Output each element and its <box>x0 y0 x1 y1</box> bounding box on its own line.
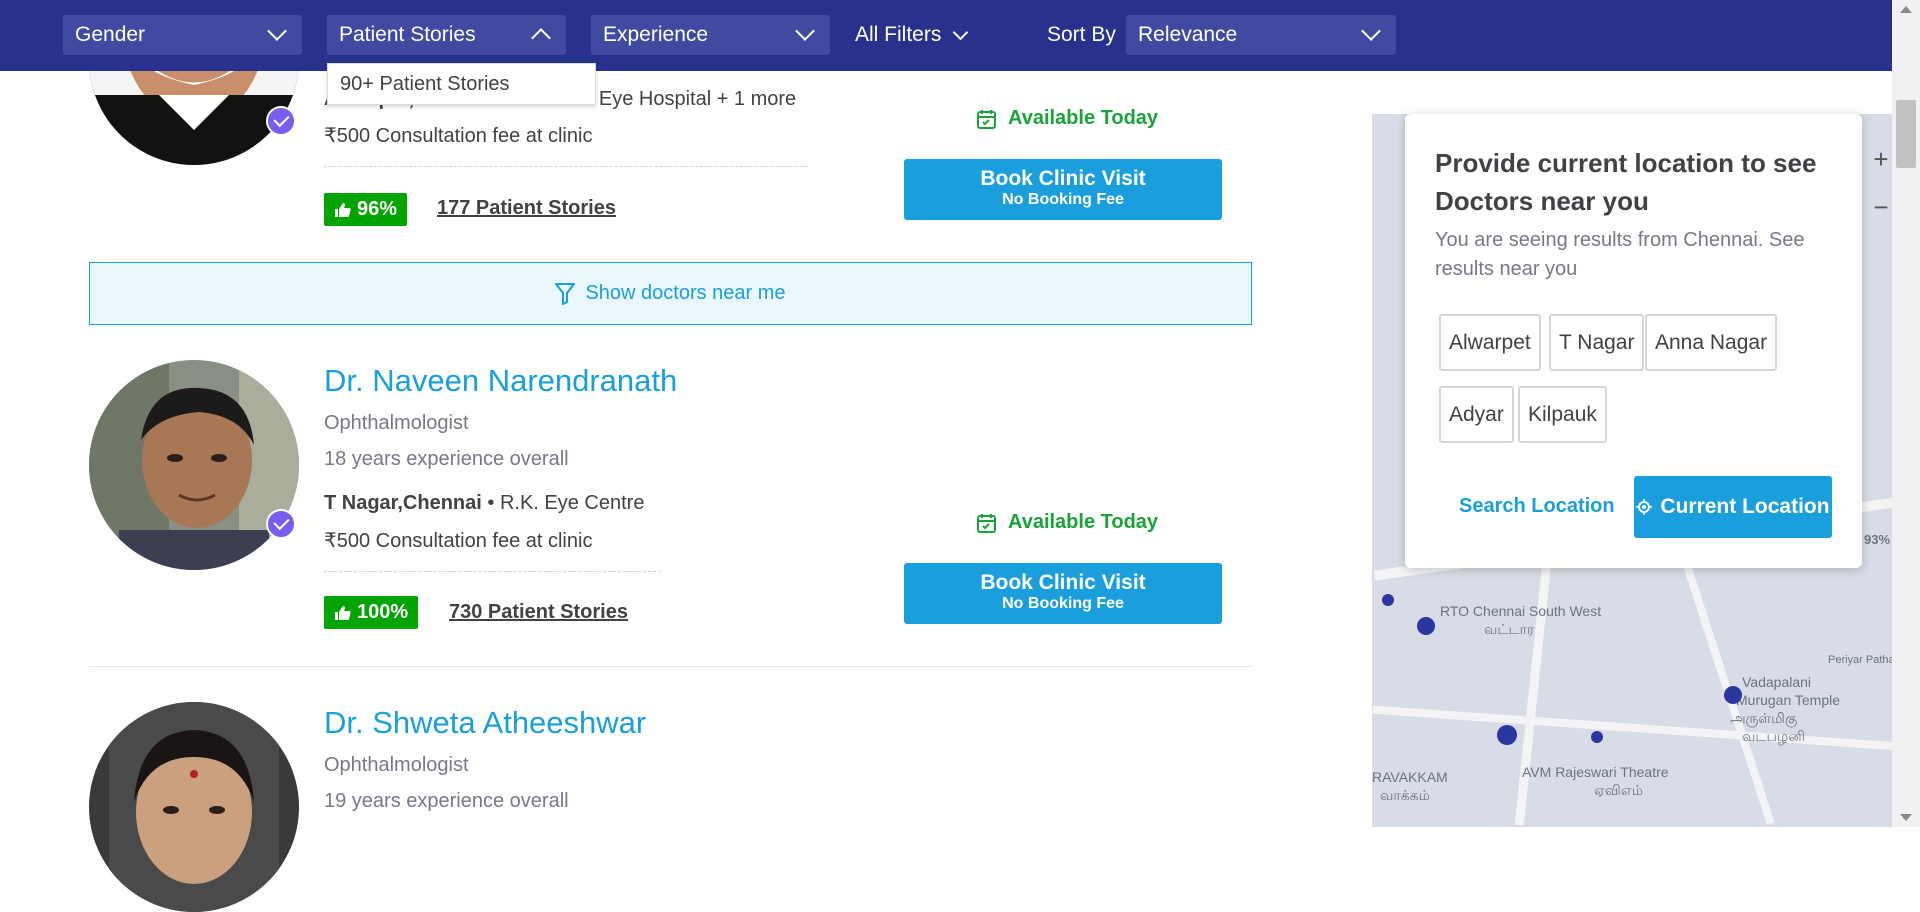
patient-stories-dropdown[interactable]: Patient Stories <box>327 15 566 55</box>
map-road <box>1372 705 1898 751</box>
map-marker[interactable] <box>1724 686 1742 704</box>
map-marker[interactable] <box>1591 731 1603 743</box>
map-label: AVM Rajeswari Theatre <box>1522 764 1669 780</box>
filter-icon <box>555 282 576 305</box>
location-popup-subtext: You are seeing results from Chennai. See… <box>1435 229 1805 280</box>
location-popup: Provide current location to see Doctors … <box>1405 114 1862 568</box>
doctor-1-stories-link[interactable]: 177 Patient Stories <box>437 197 616 220</box>
doctor-2-area: T Nagar,Chennai <box>324 492 482 514</box>
chevron-down-icon <box>1361 21 1381 41</box>
doctor-1-rating-badge: 96% <box>324 193 408 226</box>
calendar-icon <box>977 513 996 533</box>
all-filters-label: All Filters <box>855 23 942 46</box>
doctor-2-photo <box>89 360 299 570</box>
patient-stories-option[interactable]: 90+ Patient Stories <box>327 63 596 105</box>
scrollbar-thumb[interactable] <box>1896 100 1916 168</box>
doctor-2-availability: Available Today <box>977 511 1158 534</box>
crosshair-icon <box>1636 499 1653 515</box>
map-marker[interactable] <box>1497 725 1517 745</box>
experience-dropdown[interactable]: Experience <box>591 15 830 55</box>
doctor-2-rating-badge: 100% <box>324 596 419 629</box>
chevron-down-icon <box>795 21 815 41</box>
map-label: RTO Chennai South West <box>1440 603 1602 619</box>
sort-by-value: Relevance <box>1138 23 1238 46</box>
doctor-3-specialty: Ophthalmologist <box>324 754 469 776</box>
map-label: அருள்மிகு <box>1730 710 1798 726</box>
thumbs-up-icon <box>335 605 351 620</box>
doctor-2-fee: ₹500 Consultation fee at clinic <box>324 530 593 552</box>
experience-label: Experience <box>603 23 709 46</box>
doctor-1-availability: Available Today <box>977 107 1158 130</box>
current-location-button[interactable]: Current Location <box>1634 476 1832 538</box>
location-chip-anna-nagar[interactable]: Anna Nagar <box>1645 314 1778 371</box>
location-chip-kilpauk[interactable]: Kilpauk <box>1518 386 1607 443</box>
divider <box>324 571 661 572</box>
verified-badge-icon <box>266 106 296 136</box>
map-label: வாக்கம் <box>1380 787 1430 803</box>
near-me-label: Show doctors near me <box>585 282 786 304</box>
chevron-down-icon <box>267 21 287 41</box>
doctor-1-availability-text: Available Today <box>1008 107 1159 129</box>
doctor-3-experience: 19 years experience overall <box>324 790 569 812</box>
map-label: Periyar Pathai <box>1828 654 1898 666</box>
chevron-down-icon <box>953 24 969 40</box>
doctor-1-book-button[interactable]: Book Clinic Visit No Booking Fee <box>904 159 1222 220</box>
location-chip-alwarpet[interactable]: Alwarpet <box>1439 314 1541 371</box>
doctor-2-rating: 100% <box>357 601 409 623</box>
result-separator <box>89 666 1252 667</box>
map-label: Vadapalani <box>1742 674 1812 690</box>
show-doctors-near-me-button[interactable]: Show doctors near me <box>89 262 1252 325</box>
current-location-label: Current Location <box>1660 495 1830 518</box>
scroll-up-arrow-icon[interactable] <box>1900 6 1912 13</box>
divider <box>324 166 808 167</box>
bullet: • <box>487 492 500 514</box>
doctor-3-photo <box>89 702 299 912</box>
gender-dropdown[interactable]: Gender <box>63 15 302 55</box>
doctor-2-location: T Nagar,Chennai • R.K. Eye Centre <box>324 492 644 515</box>
doctor-1-fee: ₹500 Consultation fee at clinic <box>324 125 593 147</box>
chevron-up-icon <box>531 28 551 48</box>
scroll-down-arrow-icon[interactable] <box>1900 814 1912 821</box>
doctor-2-stories-link[interactable]: 730 Patient Stories <box>449 601 628 624</box>
doctor-2-availability-text: Available Today <box>1008 511 1159 533</box>
thumbs-up-icon <box>335 202 351 217</box>
doctor-2-book-button[interactable]: Book Clinic Visit No Booking Fee <box>904 563 1222 624</box>
calendar-icon <box>977 109 996 129</box>
doctor-1-rating: 96% <box>357 198 398 220</box>
doctor-2-specialty: Ophthalmologist <box>324 412 469 434</box>
map-label: வடபழனி <box>1742 728 1805 744</box>
doctor-2-name[interactable]: Dr. Naveen Narendranath <box>324 363 677 399</box>
doctor-2-clinic[interactable]: R.K. Eye Centre <box>500 492 645 514</box>
location-chip-adyar[interactable]: Adyar <box>1439 386 1514 443</box>
sort-by-dropdown[interactable]: Relevance <box>1126 15 1396 55</box>
map-label: Murugan Temple <box>1736 692 1841 708</box>
location-popup-heading: Provide current location to see Doctors … <box>1435 148 1817 216</box>
map-label: RAVAKKAM <box>1372 769 1448 785</box>
doctor-2-experience: 18 years experience overall <box>324 448 569 470</box>
book-label: Book Clinic Visit <box>980 571 1146 594</box>
page-scrollbar[interactable] <box>1892 0 1920 827</box>
filter-bar: Gender Patient Stories Experience All Fi… <box>0 0 1892 71</box>
patient-stories-label: Patient Stories <box>339 23 476 46</box>
location-chip-t-nagar[interactable]: T Nagar <box>1549 314 1645 371</box>
all-filters-button[interactable]: All Filters <box>855 15 969 55</box>
book-sublabel: No Booking Fee <box>1002 595 1124 612</box>
search-location-link[interactable]: Search Location <box>1459 495 1615 518</box>
map-marker[interactable] <box>1417 617 1435 635</box>
book-label: Book Clinic Visit <box>980 167 1146 190</box>
map-label: 93% <box>1864 532 1891 547</box>
book-sublabel: No Booking Fee <box>1002 191 1124 208</box>
doctor-3-avatar[interactable] <box>89 702 299 912</box>
map-marker[interactable] <box>1382 594 1394 606</box>
sort-by-label: Sort By <box>1047 23 1116 46</box>
map-label: வட்டார <box>1484 621 1535 637</box>
doctor-2-avatar[interactable] <box>89 360 299 570</box>
map-label: ஏவிஎம் <box>1594 782 1644 798</box>
doctor-3-name[interactable]: Dr. Shweta Atheeshwar <box>324 705 646 741</box>
verified-badge-icon <box>266 509 296 539</box>
gender-label: Gender <box>75 23 146 46</box>
